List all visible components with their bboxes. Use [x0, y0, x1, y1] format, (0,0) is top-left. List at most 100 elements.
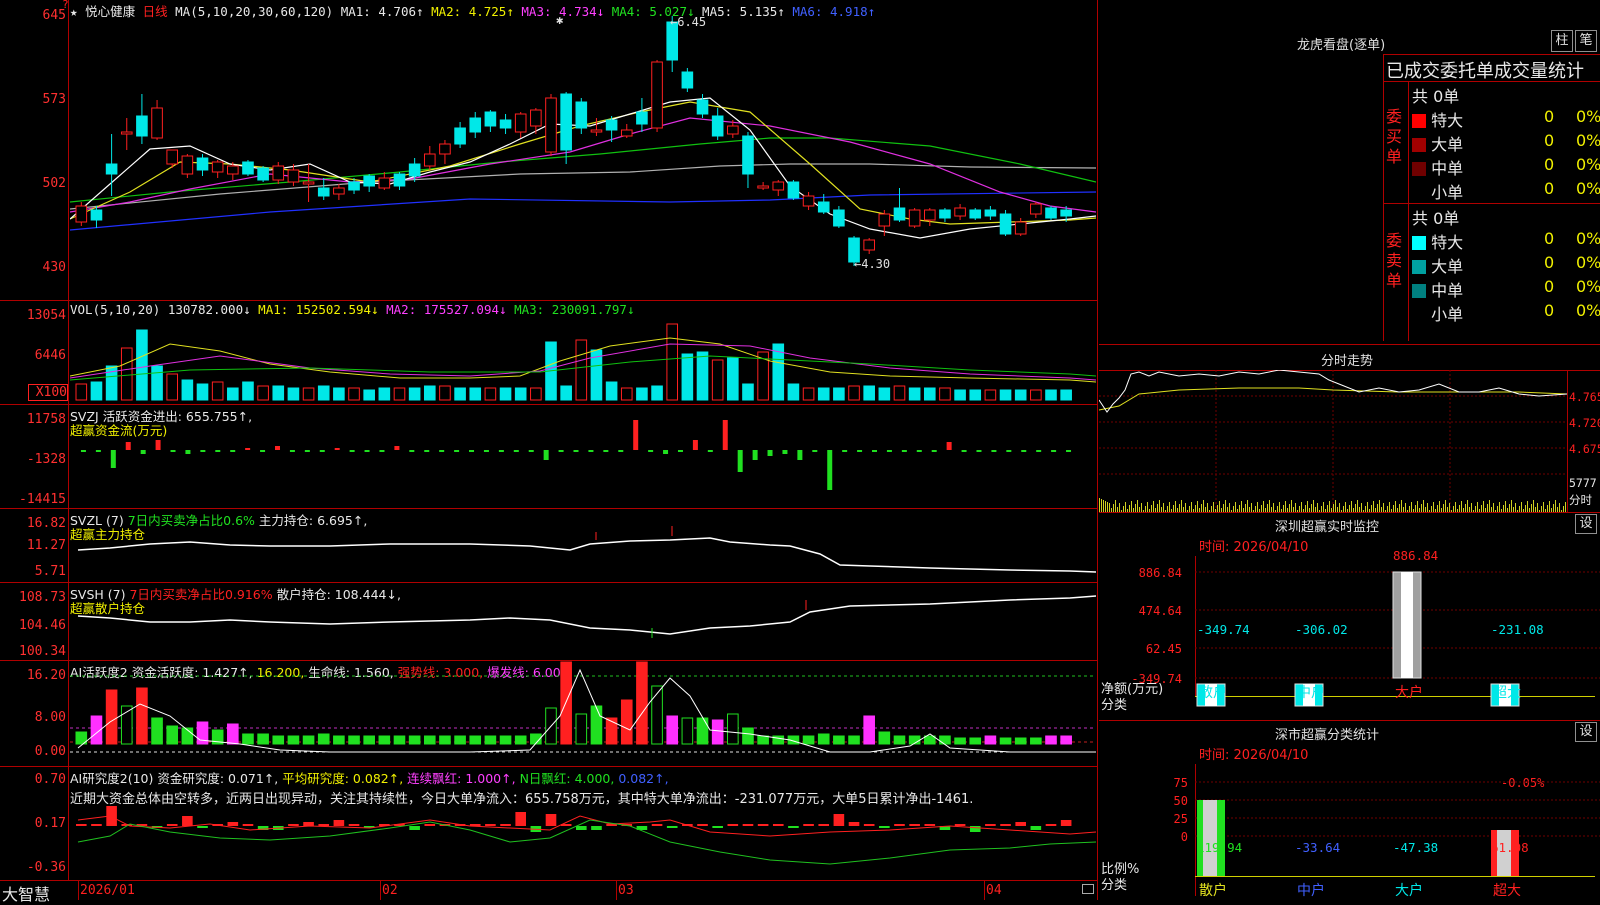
fenshi-volume-bar	[1203, 500, 1204, 512]
order-stats-title: 已成交委托单成交量统计	[1386, 61, 1584, 82]
stat-value: -33.64	[1295, 840, 1341, 855]
bar-mode-button[interactable]: 柱	[1551, 30, 1573, 52]
ai-active-bar	[999, 737, 1012, 745]
brand-label[interactable]: 大智慧	[2, 881, 50, 905]
order-row-count: 0	[1544, 253, 1555, 272]
candle-body	[287, 169, 300, 183]
stat-settings-button[interactable]: 设	[1575, 722, 1597, 742]
volume-bar	[75, 383, 88, 401]
fenshi-volume-bar	[1543, 502, 1544, 512]
svzj-bar	[752, 450, 758, 460]
fenshi-chart[interactable]	[1099, 370, 1567, 512]
ai-research-bar	[909, 824, 920, 826]
candles[interactable]	[75, 16, 1072, 266]
ai-active-bar	[469, 735, 482, 745]
svzj-bar	[439, 450, 445, 452]
ai-active-bar	[696, 717, 709, 745]
stat-panel[interactable]: 深市超赢分类统计 设 时间: 2026/04/10 75 50 25 0 比例%…	[1099, 720, 1600, 900]
svzj-bar	[677, 450, 683, 452]
svsh-panel[interactable]: 108.73 104.46 100.34 SVSH (7) 7日内买卖净占比0.…	[0, 582, 1098, 660]
low-price-value: 4.30	[861, 257, 890, 271]
ai-research-bar	[969, 826, 981, 832]
fenshi-vol-label: 5777	[1569, 476, 1597, 490]
svzl-panel[interactable]: 16.82 11.27 5.71 SVZL (7) 7日内买卖净占比0.6% 主…	[0, 508, 1098, 582]
vol-unit-label[interactable]: X100	[28, 384, 68, 401]
svzj-bar	[334, 448, 340, 450]
stat-title: 深市超赢分类统计	[1275, 728, 1380, 743]
ai-research-chart[interactable]	[70, 806, 1096, 878]
volume-bar	[166, 373, 179, 401]
fenshi-volume-bar	[1301, 502, 1302, 512]
buy-side-label: 委买单	[1386, 107, 1403, 166]
fenshi-volume-bar	[1201, 504, 1202, 512]
fenshi-volume-bar	[1179, 504, 1180, 512]
chart-area[interactable]: 645 573 502 430 ? ★ 悦心健康 日线 MA(5,10,20,3…	[0, 0, 1098, 904]
svzj-bar	[483, 450, 489, 452]
svzj-bar	[424, 450, 430, 452]
order-row: 中单 0 0%	[1412, 277, 1600, 301]
ai-research-panel[interactable]: 0.70 0.17 -0.36 AI研究度2(10) 资金研究度: 0.071↑…	[0, 766, 1098, 880]
ai-research-bar	[348, 824, 360, 826]
fenshi-volume-bar	[1511, 500, 1512, 512]
x-axis-tick	[984, 880, 985, 900]
svzj-bar	[289, 450, 295, 452]
svzj-bar	[618, 450, 624, 452]
ai-active-panel[interactable]: 16.20 8.00 0.00 AI活跃度2 资金活跃度: 1.427↑, 16…	[0, 660, 1098, 766]
ai-active-bar	[742, 727, 754, 745]
svsh-axis-label: 104.46	[19, 618, 66, 633]
ai-research-bar	[409, 826, 420, 830]
svzl-chart[interactable]	[70, 508, 1096, 582]
main-price-panel[interactable]: 645 573 502 430 ? ★ 悦心健康 日线 MA(5,10,20,3…	[0, 0, 1098, 300]
lhb-panel[interactable]: 龙虎看盘(逐单) 柱 笔 已成交委托单成交量统计 委买单 委卖单 共 0单 共 …	[1099, 0, 1600, 345]
volume-chart[interactable]	[70, 316, 1096, 402]
fenshi-volume-bar	[1147, 502, 1148, 512]
lock-icon[interactable]	[1082, 884, 1094, 894]
svzl-line	[77, 537, 1096, 573]
ai-active-bar	[969, 737, 982, 745]
monitor-settings-button[interactable]: 设	[1575, 514, 1597, 534]
ai-active-bar	[1060, 735, 1072, 745]
menu-arrow-icon[interactable]: ?	[62, 0, 69, 11]
monitor-panel[interactable]: 深圳超赢实时监控 设 时间: 2026/04/10 886.84 474.64 …	[1099, 512, 1600, 721]
vol-ma2: MA2: 175527.094↓	[386, 302, 507, 317]
volume-bar	[878, 387, 891, 401]
volume-bar	[257, 385, 269, 401]
ai-active-bar	[878, 731, 891, 745]
svzj-panel[interactable]: 11758 -1328 -14415 SVZJ 活跃资金进出: 655.755↑…	[0, 404, 1098, 508]
svsh-chart[interactable]	[70, 582, 1096, 660]
volume-bar	[196, 383, 209, 401]
fenshi-volume-bar	[1235, 502, 1236, 512]
ai-active-bar	[242, 733, 254, 745]
volume-panel[interactable]: 13054 6446 X100 VOL(5,10,20) 130782.000↓…	[0, 300, 1098, 404]
fenshi-volume-bar	[1141, 503, 1142, 512]
candle-body	[90, 209, 103, 221]
ai-active-bar	[439, 735, 451, 745]
fenshi-volume-bar	[1311, 504, 1312, 512]
candle-body	[120, 131, 133, 135]
fenshi-mode-label[interactable]: 分时	[1569, 492, 1592, 508]
fenshi-panel[interactable]: 分时走势 4.765 4.720 4.675 5777 分时	[1099, 344, 1600, 513]
candle-body	[878, 213, 891, 227]
candlestick-chart[interactable]: ←6.45 ←4.30 ✱	[70, 14, 1096, 298]
volume-bar	[1014, 389, 1027, 401]
ai-research-bar	[485, 824, 496, 826]
stat-bar-highlight	[1203, 800, 1217, 876]
volume-bar	[302, 387, 315, 401]
candle-body	[105, 163, 118, 175]
volume-bar	[227, 387, 239, 401]
ai-active-chart[interactable]	[70, 660, 1096, 766]
ai-research-bar	[894, 824, 905, 826]
fenshi-volume-bar	[1213, 502, 1214, 512]
svzj-chart[interactable]	[70, 404, 1096, 508]
ai-active-bar	[954, 737, 966, 745]
fenshi-volume-bar	[1245, 504, 1246, 512]
fenshi-volume-bar	[1555, 500, 1556, 512]
fenshi-volume-bar	[1455, 502, 1456, 512]
order-row: 小单 0 0%	[1412, 179, 1600, 203]
fenshi-volume-bar	[1327, 505, 1328, 512]
fenshi-volume-bar	[1119, 503, 1120, 512]
order-row-pct: 0%	[1576, 301, 1600, 320]
tick-mode-button[interactable]: 笔	[1575, 30, 1597, 52]
order-row-count: 0	[1544, 229, 1555, 248]
svzj-bar	[588, 450, 594, 452]
